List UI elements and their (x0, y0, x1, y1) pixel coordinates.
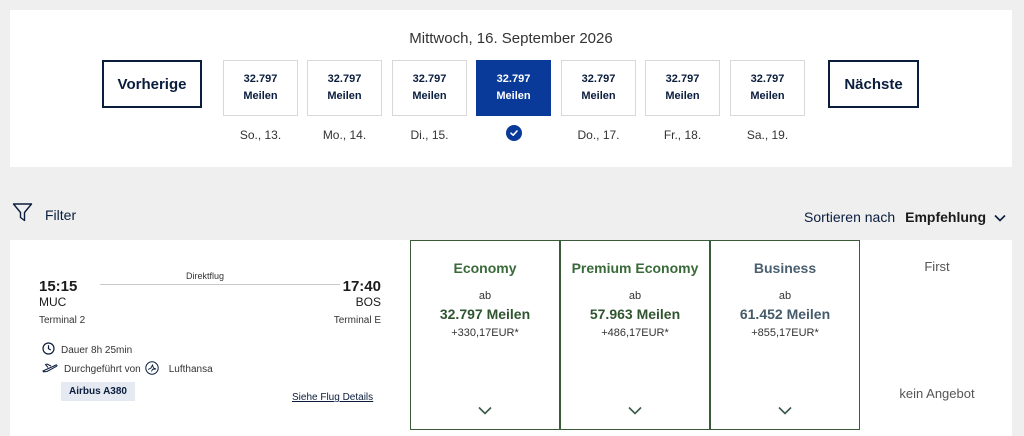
arrival-time: 17:40 (342, 278, 381, 295)
sort-value: Empfehlung (905, 209, 986, 225)
day-miles-unit: Meilen (581, 90, 616, 102)
day-miles: 32.797 (327, 73, 362, 85)
day-label: Di., 15. (410, 128, 449, 142)
funnel-icon (12, 202, 33, 228)
chevron-down-icon (994, 209, 1006, 225)
day-miles: 32.797 (412, 73, 447, 85)
departure-time: 15:15 (39, 278, 78, 295)
airplane-icon (42, 362, 64, 377)
day-miles-unit: Meilen (243, 90, 278, 102)
filter-button[interactable]: Filter (12, 202, 76, 228)
no-offer-text: kein Angebot (899, 386, 975, 401)
day-label: Fr., 18. (663, 128, 702, 142)
day-price-box[interactable]: 32.797 Meilen (561, 60, 636, 116)
day-miles: 32.797 (665, 73, 700, 85)
day-option-sat-19[interactable]: 32.797 Meilen Sa., 19. (730, 60, 805, 144)
day-miles-unit: Meilen (327, 90, 362, 102)
arrival-terminal: Terminal E (333, 315, 381, 326)
day-label: So., 13. (239, 128, 282, 142)
next-day-button[interactable]: Nächste (828, 60, 919, 108)
lufthansa-crane-icon (145, 361, 165, 378)
fare-from-label: ab (778, 290, 792, 302)
fare-class-name: First (924, 259, 950, 274)
day-miles: 32.797 (750, 73, 785, 85)
day-option-mon-14[interactable]: 32.797 Meilen Mo., 14. (307, 60, 382, 144)
sort-dropdown[interactable]: Sortieren nach Empfehlung (804, 209, 1006, 225)
flight-details-link[interactable]: Siehe Flug Details (292, 392, 373, 403)
fare-class-name: Economy (453, 260, 517, 276)
fare-class-name: Premium Economy (571, 260, 699, 276)
day-option-thu-17[interactable]: 32.797 Meilen Do., 17. (561, 60, 636, 144)
arrival-airport: BOS (355, 295, 381, 309)
day-option-wed-16-selected[interactable]: 32.797 Meilen (476, 60, 551, 141)
fare-surcharge: +486,17EUR* (601, 327, 669, 339)
operated-by-text: Durchgeführt von (64, 364, 141, 375)
day-option-tue-15[interactable]: 32.797 Meilen Di., 15. (392, 60, 467, 144)
duration-text: Dauer 8h 25min (61, 344, 133, 356)
airline-name: Lufthansa (168, 364, 213, 375)
fare-option-premium-economy[interactable]: Premium Economy ab 57.963 Meilen +486,17… (560, 240, 710, 430)
day-miles-unit: Meilen (750, 90, 785, 102)
day-price-box[interactable]: 32.797 Meilen (476, 60, 551, 116)
route-line (100, 284, 340, 285)
day-option-fri-18[interactable]: 32.797 Meilen Fr., 18. (645, 60, 720, 144)
day-miles: 32.797 (496, 73, 531, 85)
day-price-box[interactable]: 32.797 Meilen (645, 60, 720, 116)
fare-option-economy[interactable]: Economy ab 32.797 Meilen +330,17EUR* (410, 240, 560, 430)
day-miles-unit: Meilen (665, 90, 700, 102)
sort-label: Sortieren nach (804, 209, 896, 225)
fare-miles: 57.963 Meilen (589, 306, 681, 322)
aircraft-badge: Airbus A380 (61, 382, 135, 401)
day-price-box[interactable]: 32.797 Meilen (307, 60, 382, 116)
day-option-sun-13[interactable]: 32.797 Meilen So., 13. (223, 60, 298, 144)
day-miles-unit: Meilen (496, 90, 531, 102)
fare-surcharge: +330,17EUR* (451, 327, 519, 339)
flight-result-card: Direktflug 15:15 17:40 MUC BOS Terminal … (10, 240, 1012, 436)
day-label: Sa., 19. (746, 128, 789, 142)
clock-icon (42, 342, 61, 358)
flight-info: Direktflug 15:15 17:40 MUC BOS Terminal … (10, 240, 408, 436)
day-miles: 32.797 (243, 73, 278, 85)
day-label: Do., 17. (577, 128, 620, 142)
selected-date-title: Mittwoch, 16. September 2026 (409, 30, 613, 47)
fare-option-first: First kein Angebot (862, 240, 1012, 430)
chevron-down-icon[interactable] (478, 402, 492, 420)
flight-operator: Durchgeführt von Lufthansa (42, 361, 213, 378)
chevron-down-icon[interactable] (628, 402, 642, 420)
fare-option-business[interactable]: Business ab 61.452 Meilen +855,17EUR* (710, 240, 860, 430)
previous-day-button[interactable]: Vorherige (102, 60, 202, 108)
fare-from-label: ab (628, 290, 642, 302)
date-selector-panel: Mittwoch, 16. September 2026 Vorherige 3… (10, 10, 1012, 167)
fare-class-name: Business (753, 260, 817, 276)
day-miles-unit: Meilen (412, 90, 447, 102)
filter-label: Filter (45, 207, 77, 223)
fare-miles: 61.452 Meilen (739, 306, 831, 322)
departure-terminal: Terminal 2 (39, 315, 86, 326)
fare-surcharge: +855,17EUR* (751, 327, 819, 339)
flight-type: Direktflug (186, 271, 225, 281)
fare-miles: 32.797 Meilen (439, 306, 531, 322)
day-price-box[interactable]: 32.797 Meilen (392, 60, 467, 116)
check-circle-icon (505, 125, 522, 141)
chevron-down-icon[interactable] (778, 402, 792, 420)
flight-duration: Dauer 8h 25min (42, 342, 132, 358)
day-price-box[interactable]: 32.797 Meilen (223, 60, 298, 116)
departure-airport: MUC (39, 295, 67, 309)
fare-from-label: ab (478, 290, 492, 302)
day-miles: 32.797 (581, 73, 616, 85)
day-price-box[interactable]: 32.797 Meilen (730, 60, 805, 116)
day-label: Mo., 14. (322, 128, 367, 142)
